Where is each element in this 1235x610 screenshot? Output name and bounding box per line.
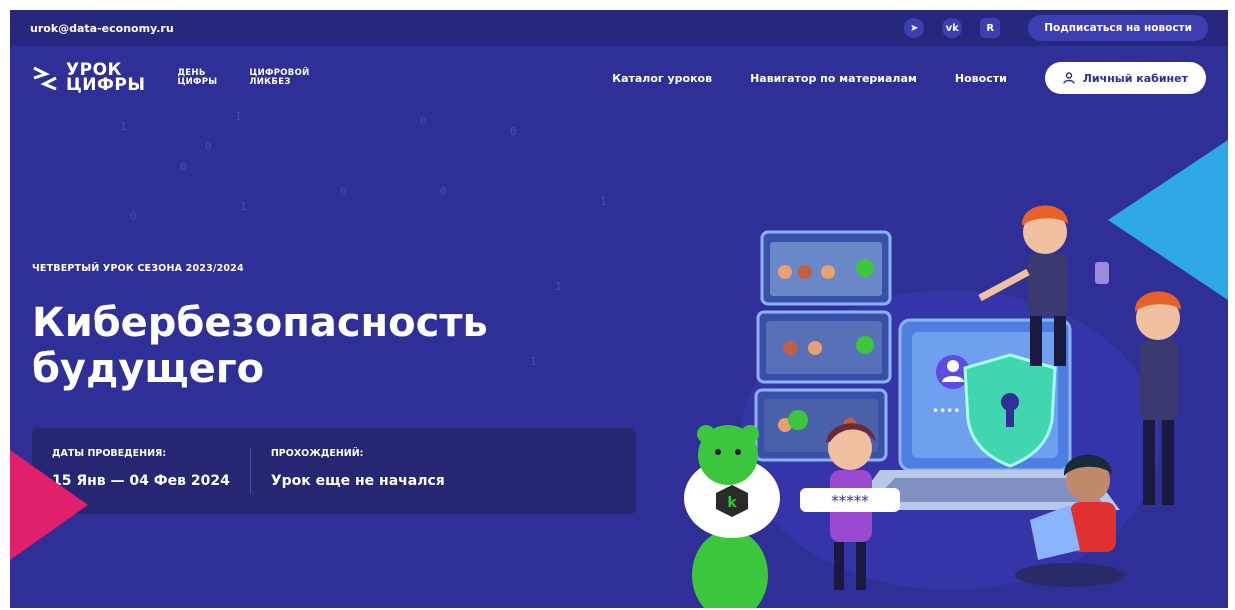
nav-link-news[interactable]: Новости bbox=[955, 72, 1007, 85]
binary-decoration: 1 bbox=[600, 195, 607, 208]
top-utility-bar: urok@data-economy.ru ➤ vk R Подписаться … bbox=[10, 10, 1228, 46]
main-navigation: УРОК ЦИФРЫ ДЕНЬ ЦИФРЫ ЦИФРОВОЙ ЛИКБЕЗ Ка… bbox=[10, 46, 1228, 110]
season-label: ЧЕТВЕРТЫЙ УРОК СЕЗОНА 2023/2024 bbox=[32, 263, 244, 274]
urok-cifry-logo[interactable]: УРОК ЦИФРЫ bbox=[32, 62, 146, 95]
cifrovoy-likbez-link[interactable]: ЦИФРОВОЙ ЛИКБЕЗ bbox=[249, 69, 309, 87]
logo-wordmark: УРОК ЦИФРЫ bbox=[66, 62, 146, 95]
binary-decoration: 0 bbox=[180, 160, 187, 173]
den-cifry-line-2: ЦИФРЫ bbox=[177, 77, 218, 87]
page-frame: 1 1 0 0 0 0 0 1 0 0 1 1 1 urok@data-econ… bbox=[10, 10, 1228, 608]
lesson-info-card: ДАТЫ ПРОВЕДЕНИЯ: 15 Янв — 04 Фев 2024 ПР… bbox=[32, 428, 636, 514]
nav-links: Каталог уроков Навигатор по материалам Н… bbox=[612, 62, 1206, 94]
pink-triangle-decoration bbox=[10, 450, 88, 560]
rutube-icon[interactable]: R bbox=[980, 18, 1001, 38]
password-mask: ***** bbox=[831, 492, 869, 510]
lesson-screenshot-2 bbox=[756, 310, 892, 384]
contact-email-link[interactable]: urok@data-economy.ru bbox=[30, 22, 174, 35]
passes-label: ПРОХОЖДЕНИЙ: bbox=[270, 448, 364, 459]
personal-cabinet-label: Личный кабинет bbox=[1082, 71, 1188, 85]
binary-decoration: 0 bbox=[510, 125, 517, 138]
binary-decoration: 0 bbox=[440, 185, 447, 198]
likbez-line-2: ЛИКБЕЗ bbox=[249, 77, 291, 87]
binary-decoration: 1 bbox=[530, 355, 537, 368]
binary-decoration: 0 bbox=[340, 185, 347, 198]
logo-mark-icon bbox=[33, 66, 57, 91]
passes-value: Урок еще не начался bbox=[270, 473, 445, 489]
binary-decoration: 1 bbox=[120, 120, 127, 133]
personal-cabinet-button[interactable]: Личный кабинет bbox=[1044, 62, 1206, 94]
lesson-screenshot-1 bbox=[760, 230, 892, 306]
binary-decoration: 0 bbox=[420, 115, 427, 128]
binary-decoration: 0 bbox=[205, 140, 212, 153]
lesson-title-line-2: будущего bbox=[32, 346, 265, 392]
passes-block: ПРОХОЖДЕНИЙ: Урок еще не начался bbox=[249, 448, 445, 494]
binary-decoration: 1 bbox=[555, 280, 562, 293]
user-icon bbox=[1063, 72, 1075, 84]
nav-link-navigator[interactable]: Навигатор по материалам bbox=[750, 72, 917, 85]
lesson-title-line-1: Кибербезопасность bbox=[32, 300, 488, 346]
telegram-icon[interactable]: ➤ bbox=[904, 18, 925, 38]
hero-illustration: •••• k ***** bbox=[684, 205, 1181, 608]
vk-icon[interactable]: vk bbox=[942, 18, 963, 38]
den-cifry-link[interactable]: ДЕНЬ ЦИФРЫ bbox=[177, 69, 217, 87]
bear-badge-letter: k bbox=[727, 495, 737, 511]
login-password-dots: •••• bbox=[932, 404, 960, 418]
lesson-title: Кибербезопасность будущего bbox=[32, 300, 488, 392]
binary-decoration: 0 bbox=[130, 210, 137, 223]
subscribe-news-button[interactable]: Подписаться на новости bbox=[1028, 15, 1208, 41]
nav-link-catalog[interactable]: Каталог уроков bbox=[612, 72, 712, 85]
binary-decoration: 1 bbox=[235, 110, 242, 123]
binary-decoration: 1 bbox=[240, 200, 247, 213]
logo-line-2: ЦИФРЫ bbox=[66, 75, 146, 95]
